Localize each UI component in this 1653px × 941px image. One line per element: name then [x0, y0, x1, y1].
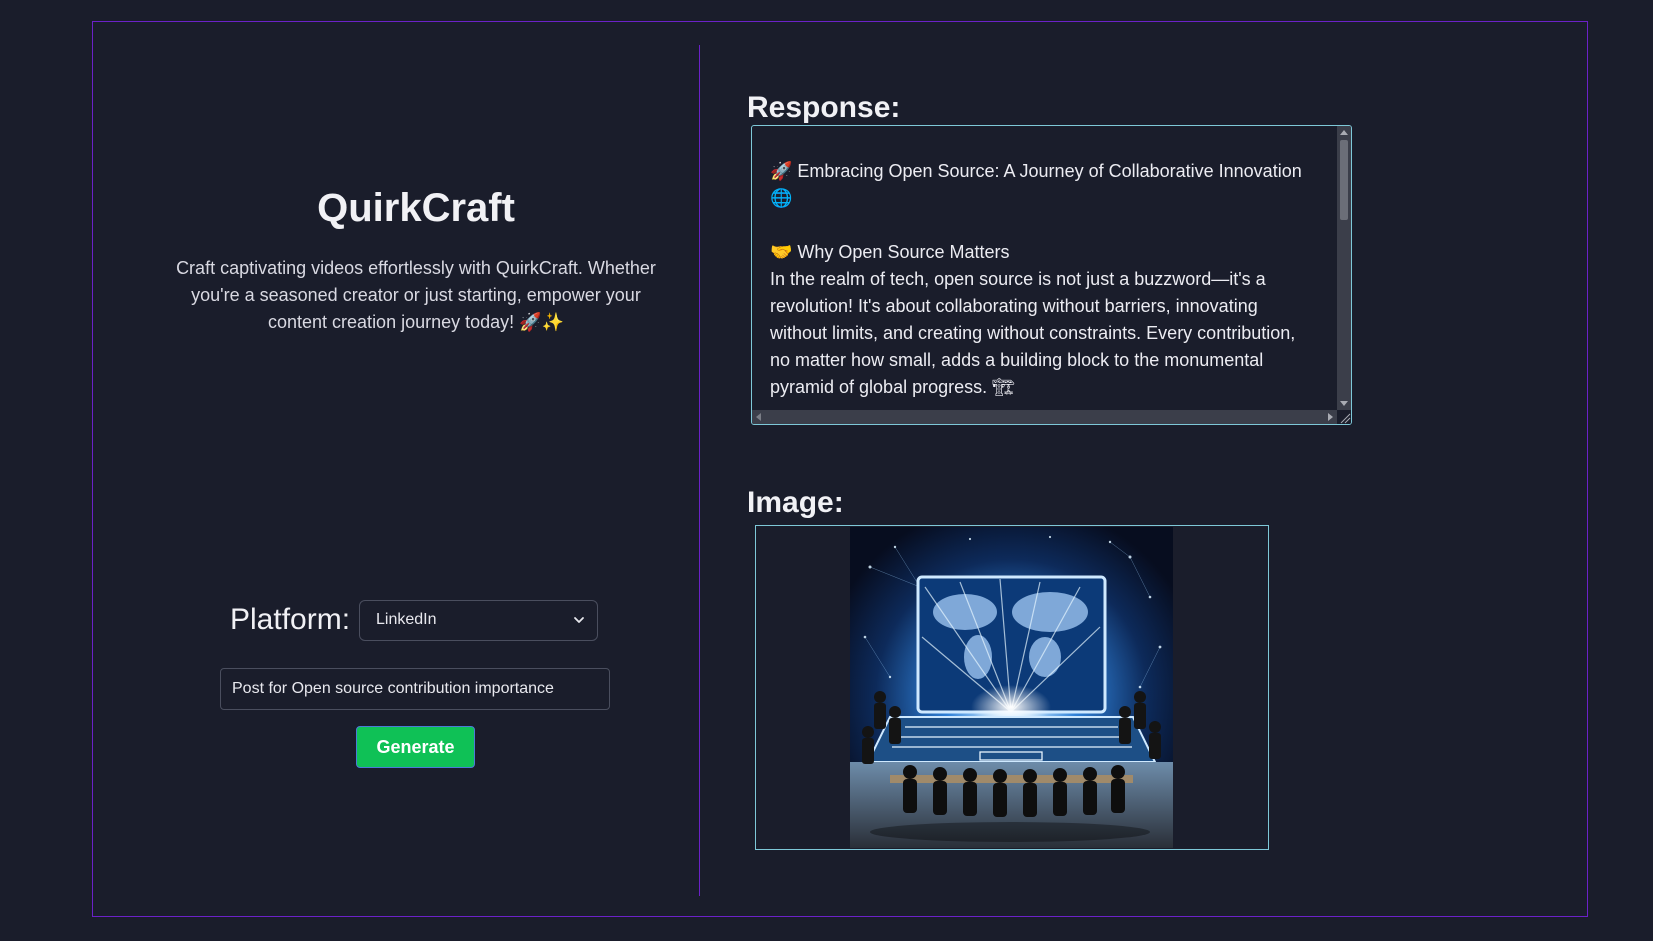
app-description: Craft captivating videos effortlessly wi… — [176, 258, 656, 332]
horizontal-scrollbar[interactable] — [752, 410, 1337, 424]
response-text: 🚀 Embracing Open Source: A Journey of Co… — [770, 161, 1302, 397]
platform-select-value: LinkedIn — [376, 611, 437, 628]
image-output — [755, 525, 1269, 850]
response-label: Response: — [747, 91, 901, 124]
scroll-up-icon[interactable] — [1340, 130, 1348, 135]
platform-select[interactable]: LinkedIn — [359, 599, 599, 641]
chevron-down-icon — [574, 617, 584, 623]
prompt-input[interactable] — [220, 668, 610, 710]
column-divider — [699, 45, 700, 896]
scroll-right-icon[interactable] — [1328, 413, 1333, 421]
scrollbar-thumb[interactable] — [1340, 140, 1348, 220]
platform-label: Platform: — [230, 603, 351, 636]
response-textarea[interactable]: 🚀 Embracing Open Source: A Journey of Co… — [751, 125, 1352, 425]
platform-row: Platform: LinkedIn — [230, 599, 599, 641]
generate-button[interactable]: Generate — [356, 726, 475, 768]
vertical-scrollbar[interactable] — [1337, 126, 1351, 410]
generated-image — [850, 527, 1173, 848]
image-label: Image: — [747, 486, 844, 519]
app-title: QuirkCraft — [317, 186, 515, 230]
scroll-down-icon[interactable] — [1340, 401, 1348, 406]
resize-grip-icon[interactable] — [1337, 410, 1351, 424]
scroll-left-icon[interactable] — [756, 413, 761, 421]
